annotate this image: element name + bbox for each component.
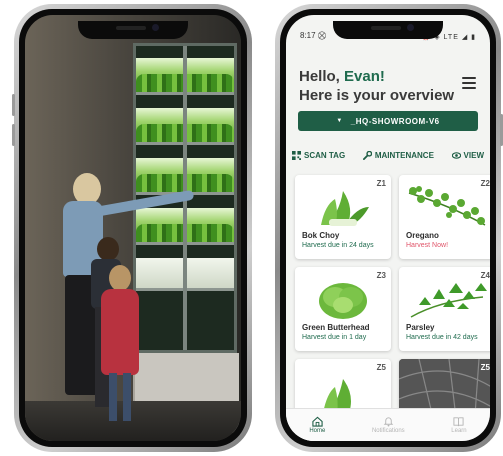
- phone-screen-left: [25, 15, 241, 441]
- view-button[interactable]: VIEW: [451, 151, 484, 160]
- scan-tag-label: SCAN TAG: [304, 151, 346, 160]
- volume-button: [12, 94, 15, 116]
- wrench-icon: [362, 151, 372, 160]
- parsley-image: [410, 283, 487, 318]
- harvest-due: Harvest due in 1 day: [302, 334, 367, 341]
- nav-notifications[interactable]: Notifications: [372, 416, 405, 434]
- bottom-navigation: Home Notifications Learn: [286, 408, 490, 441]
- overview-screen: 8:17 ⛒ ⏰ ◈ LTE ◢ ▮ Hello, Evan! Here is …: [286, 15, 490, 441]
- crop-name: Parsley: [406, 323, 435, 332]
- oregano-image: [408, 186, 486, 226]
- farm-photo: [25, 15, 241, 441]
- zone-card[interactable]: Z2 Oregano Harvest Now!: [399, 175, 490, 259]
- phone-frame-right: 8:17 ⛒ ⏰ ◈ LTE ◢ ▮ Hello, Evan! Here is …: [275, 4, 503, 452]
- quick-actions: SCAN TAG MAINTENANCE VIEW: [292, 151, 484, 160]
- status-icon: ⛒: [317, 31, 326, 40]
- chevron-down-icon: ▼: [336, 118, 343, 124]
- crop-name: Bok Choy: [302, 231, 340, 240]
- nav-learn[interactable]: Learn: [451, 416, 467, 434]
- status-time: 8:17: [300, 31, 316, 40]
- phone-bezel: 8:17 ⛒ ⏰ ◈ LTE ◢ ▮ Hello, Evan! Here is …: [280, 9, 496, 447]
- zone-card[interactable]: Z4 Parsley Harvest due in 42 days: [399, 267, 490, 351]
- zone-id: Z5: [480, 363, 490, 372]
- bok-choy-image: [323, 379, 351, 413]
- maintenance-button[interactable]: MAINTENANCE: [362, 151, 434, 160]
- scan-tag-button[interactable]: SCAN TAG: [292, 151, 345, 160]
- crop-name: Oregano: [406, 231, 439, 240]
- view-label: VIEW: [463, 151, 484, 160]
- greeting-subtitle: Here is your overview: [299, 87, 455, 104]
- maintenance-label: MAINTENANCE: [374, 151, 434, 160]
- eye-icon: [451, 152, 461, 159]
- nav-home[interactable]: Home: [309, 416, 325, 434]
- butterhead-image: [319, 283, 367, 319]
- nav-notifications-label: Notifications: [371, 428, 405, 434]
- crop-name: Green Butterhead: [302, 323, 370, 332]
- greeting: Hello, Evan! Here is your overview: [299, 67, 454, 105]
- phone-bezel: [19, 9, 247, 447]
- site-selector[interactable]: ▼ _HQ-SHOWROOM-V6: [298, 111, 478, 131]
- book-icon: [453, 417, 465, 427]
- greeting-prefix: Hello,: [299, 68, 345, 85]
- phone-screen-right: 8:17 ⛒ ⏰ ◈ LTE ◢ ▮ Hello, Evan! Here is …: [286, 15, 490, 441]
- phone-notch: [333, 21, 443, 39]
- nav-learn-label: Learn: [451, 428, 467, 434]
- harvest-due: Harvest due in 24 days: [302, 242, 374, 249]
- qr-icon: [292, 151, 301, 160]
- phone-frame-left: [12, 4, 252, 452]
- harvest-due: Harvest Now!: [406, 242, 449, 249]
- nav-home-label: Home: [309, 428, 326, 434]
- zone-card[interactable]: Z3 Green Butterhead Harvest due in 1 day: [295, 267, 391, 351]
- volume-button: [12, 124, 15, 146]
- site-label: _HQ-SHOWROOM-V6: [350, 116, 440, 126]
- bok-choy-image: [321, 191, 369, 226]
- harvest-due: Harvest due in 42 days: [406, 334, 478, 341]
- zone-card[interactable]: Z1 Bok Choy Harvest due in 24 days: [295, 175, 391, 259]
- user-name: Evan!: [344, 68, 385, 85]
- home-icon: [312, 416, 323, 427]
- phone-notch: [78, 21, 188, 39]
- hamburger-menu-icon[interactable]: [462, 77, 476, 89]
- bell-icon: [383, 417, 394, 427]
